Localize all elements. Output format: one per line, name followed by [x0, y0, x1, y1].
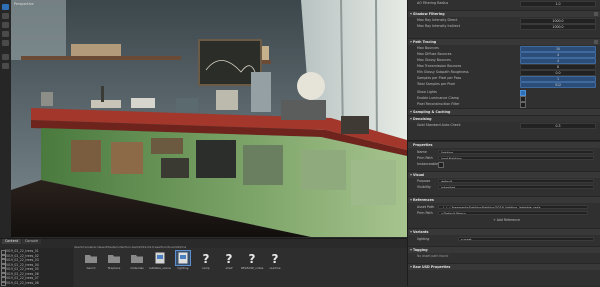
tree-item[interactable]: 2019_02_22_trees_05: [5, 267, 39, 271]
folder-icon: [85, 255, 97, 263]
name-field[interactable]: lighting: [438, 149, 594, 155]
svg-text:?: ?: [203, 252, 210, 265]
unknown-icon: ?: [203, 252, 210, 265]
camera-icon[interactable]: [2, 54, 9, 60]
unknown-icon: ?: [249, 252, 256, 265]
pixel-filter-checkbox[interactable]: [520, 101, 526, 108]
variant-select[interactable]: sunset: [458, 236, 594, 242]
section-references[interactable]: References: [408, 196, 600, 203]
render-viewport[interactable]: Perspective: [11, 0, 407, 237]
tree-item[interactable]: 2019_02_22_trees_07: [5, 276, 39, 280]
section-sampling[interactable]: Sampling & Caching: [408, 108, 600, 115]
tree-item[interactable]: 2019_02_22_trees_06: [5, 272, 39, 276]
section-shadow-filtering[interactable]: Shadow Filtering: [408, 10, 600, 17]
tagging-note: No asset path found: [417, 254, 449, 258]
tab-console[interactable]: Console: [22, 239, 42, 244]
folder-icon: [108, 255, 120, 263]
purpose-select[interactable]: default: [438, 178, 594, 184]
add-reference-button[interactable]: + Add Reference: [493, 218, 520, 222]
scene-icon: [155, 252, 165, 264]
rotate-icon[interactable]: [2, 22, 9, 28]
folder-tree: 2019_02_22_trees_01 2019_02_22_trees_02 …: [0, 248, 73, 287]
instanceable-checkbox[interactable]: [438, 161, 444, 168]
section-visual[interactable]: Visual: [408, 171, 600, 178]
svg-text:?: ?: [249, 252, 256, 265]
section-tagging[interactable]: Tagging: [408, 246, 600, 253]
total-spp-field[interactable]: 512: [520, 81, 596, 89]
file-item[interactable]: materials: [126, 251, 148, 281]
max-intensity-indirect-field[interactable]: 1000.0: [520, 23, 596, 31]
folder-icon: [131, 255, 143, 263]
svg-text:?: ?: [226, 252, 233, 265]
tree-item[interactable]: 2019_02_22_trees_01: [5, 249, 39, 253]
scale-icon[interactable]: [2, 31, 9, 37]
svg-text:?: ?: [272, 252, 279, 265]
file-item-selected[interactable]: lighting: [172, 250, 194, 281]
visibility-select[interactable]: inherited: [438, 184, 594, 190]
section-raw-usd[interactable]: Raw USD Properties: [408, 263, 600, 270]
settings-panel: AO Filtering Radius 1.0 Shadow Filtering …: [407, 0, 600, 286]
tree-item[interactable]: 2019_02_22_trees_03: [5, 258, 39, 262]
file-item[interactable]: ? shelf: [218, 251, 240, 281]
light-icon[interactable]: [2, 63, 9, 69]
file-item[interactable]: fireplace: [103, 251, 125, 281]
file-grid: bench fireplace materials labtable_scene…: [74, 248, 407, 287]
tab-content[interactable]: Content: [2, 239, 22, 244]
properties-header: Properties: [408, 141, 600, 148]
ref-prim-path-field[interactable]: <Default Prim>: [438, 210, 588, 216]
gold-standard-field[interactable]: 0.3: [520, 122, 596, 130]
section-path-tracing[interactable]: Path Tracing: [408, 38, 600, 45]
section-variants[interactable]: Variants: [408, 228, 600, 235]
asset-path-field[interactable]: ../../../_fragments/lighting/lighting/20…: [438, 204, 588, 210]
unknown-icon: ?: [226, 252, 233, 265]
snap-icon[interactable]: [2, 40, 9, 46]
ao-radius-field[interactable]: 1.0: [520, 0, 596, 8]
file-item[interactable]: ? RELEASE_notes: [241, 251, 263, 281]
select-icon[interactable]: [2, 4, 9, 10]
viewport-camera-label[interactable]: Perspective: [14, 2, 34, 6]
file-item[interactable]: labtable_scene: [149, 251, 171, 281]
tree-item[interactable]: 2019_02_22_trees_04: [5, 263, 39, 267]
prim-path-field[interactable]: /root/lighting: [438, 155, 594, 161]
section-denoising[interactable]: Denoising: [408, 115, 600, 122]
file-item[interactable]: ? lamp: [195, 251, 217, 281]
move-icon[interactable]: [2, 13, 9, 19]
scene-render: [11, 0, 407, 237]
file-item[interactable]: bench: [80, 251, 102, 281]
tree-item[interactable]: 2019_02_22_trees_02: [5, 254, 39, 258]
file-item[interactable]: ? readme: [264, 251, 286, 281]
unknown-icon: ?: [272, 252, 279, 265]
scene-icon: [175, 250, 191, 266]
tree-item[interactable]: 2019_02_22_trees_08: [5, 281, 39, 285]
content-browser: Content Console depot/renderer/desert/te…: [0, 238, 407, 287]
